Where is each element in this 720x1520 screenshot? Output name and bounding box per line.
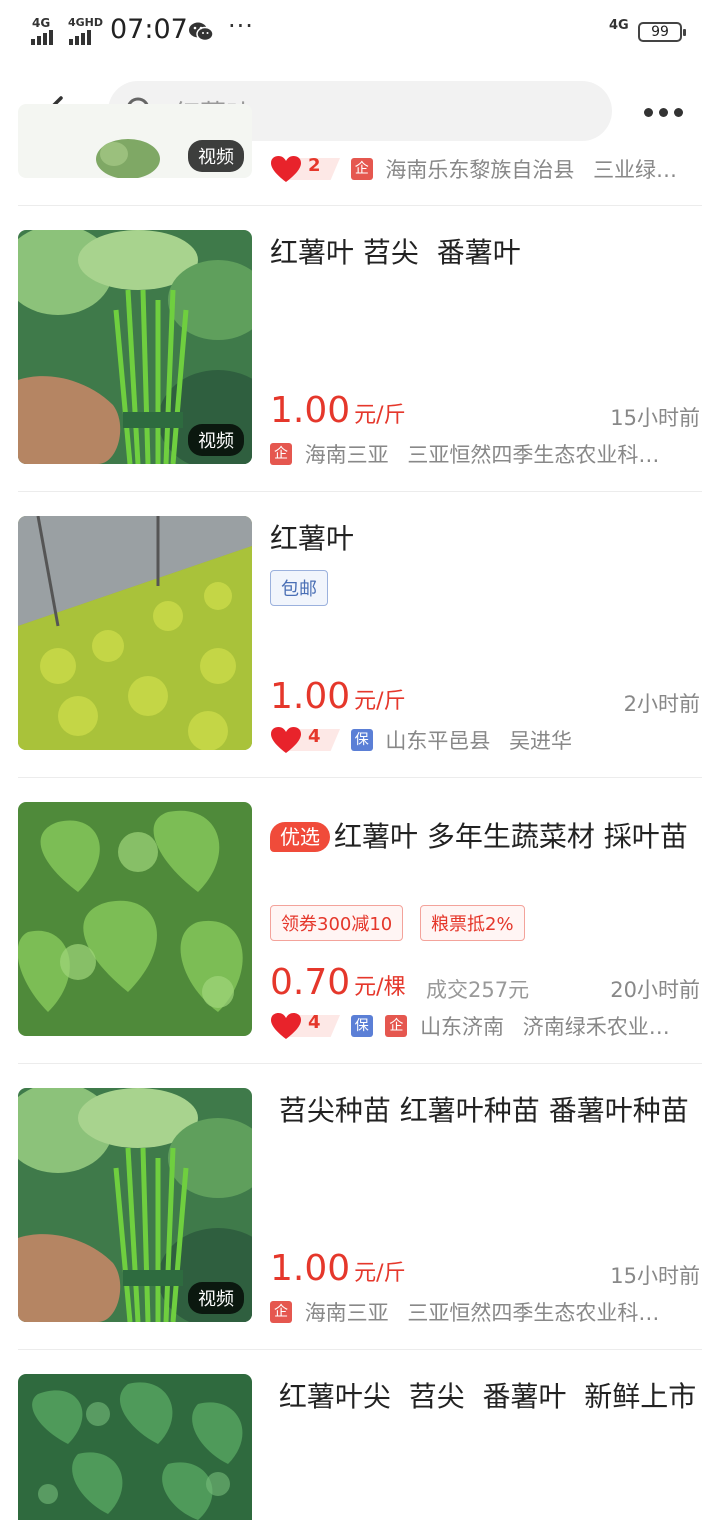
price: 1.00 元/斤 <box>270 390 406 431</box>
seller-meta: 企 海南三亚 三亚恒然四季生态农业科… <box>270 439 702 469</box>
product-title: 红薯叶 苕尖 番薯叶 <box>270 236 521 269</box>
post-time: 20小时前 <box>610 978 700 1002</box>
divider <box>18 777 702 778</box>
status-bar: 4G 4GHD 07:07 ··· 4G 99 <box>0 0 720 64</box>
product-image <box>18 802 252 1036</box>
heart-icon <box>271 156 301 182</box>
enterprise-icon: 企 <box>270 443 292 465</box>
video-badge: 视频 <box>188 424 244 456</box>
product-photo <box>18 802 252 1036</box>
heart-icon <box>271 1013 301 1039</box>
grain-ticket-tag[interactable]: 粮票抵2% <box>420 905 525 941</box>
price: 1.00 元/斤 <box>270 1248 406 1289</box>
product-title-text: 红薯叶 多年生蔬菜材 採叶苗 <box>334 820 688 853</box>
product-title: 红薯叶尖 苕尖 番薯叶 新鲜上市 <box>270 1380 697 1413</box>
enterprise-icon: 企 <box>385 1015 408 1037</box>
shop-name: 吴进华 <box>509 729 573 753</box>
heart-icon <box>271 727 301 753</box>
product-image <box>18 516 252 750</box>
product-image: 视频 <box>18 1088 252 1322</box>
video-badge: 视频 <box>188 140 244 172</box>
seller-meta: 4 保 山东平邑县 吴进华 <box>270 725 702 755</box>
price-value: 1.00 <box>270 676 351 717</box>
battery-icon: 99 <box>638 22 686 42</box>
enterprise-icon: 企 <box>350 158 373 180</box>
product-title: 苕尖种苗 红薯叶种苗 番薯叶种苗 <box>270 1094 689 1127</box>
seller-location: 山东济南 <box>420 1015 505 1039</box>
video-badge: 视频 <box>188 1282 244 1314</box>
seller-meta: 企 海南三亚 三亚恒然四季生态农业科… <box>270 1297 702 1327</box>
enterprise-icon: 企 <box>270 1301 292 1323</box>
post-time: 15小时前 <box>610 406 700 430</box>
divider <box>18 205 702 206</box>
seller-location: 山东平邑县 <box>385 729 491 753</box>
price-value: 1.00 <box>270 390 351 431</box>
divider <box>18 491 702 492</box>
guarantee-icon: 保 <box>350 1015 373 1037</box>
more-options-icon[interactable] <box>644 102 690 118</box>
product-image <box>18 1374 252 1520</box>
likes-badge: 4 <box>270 1012 340 1040</box>
signal-4ghd-label: 4GHD <box>68 16 104 29</box>
shop-name: 三业绿… <box>593 158 678 182</box>
product-photo <box>18 516 252 750</box>
coupon-tag[interactable]: 领券300减10 <box>270 905 404 941</box>
divider <box>18 1349 702 1350</box>
divider <box>18 1063 702 1064</box>
price: 1.00 元/斤 <box>270 676 406 717</box>
price-unit: 元/棵 <box>354 975 406 1000</box>
network-4g-icon: 4G <box>609 18 629 33</box>
price-value: 1.00 <box>270 1248 351 1289</box>
post-time: 2小时前 <box>623 692 700 716</box>
seller-meta: 2 企 海南乐东黎族自治县 三业绿… <box>270 154 702 184</box>
signal-4g-label: 4G <box>32 16 51 30</box>
shop-name: 济南绿禾农业… <box>522 1015 670 1039</box>
guarantee-icon: 保 <box>350 729 373 751</box>
likes-count: 4 <box>308 1012 321 1033</box>
price-unit: 元/斤 <box>354 1261 406 1286</box>
free-shipping-tag: 包邮 <box>270 570 328 606</box>
wechat-icon <box>189 22 214 42</box>
likes-badge: 2 <box>270 155 340 183</box>
likes-count: 4 <box>308 726 321 747</box>
seller-location: 海南三亚 <box>304 1301 389 1325</box>
price-unit: 元/斤 <box>354 689 406 714</box>
seller-location: 海南三亚 <box>304 443 389 467</box>
deal-amount: 成交257元 <box>426 978 530 1002</box>
shop-name: 三亚恒然四季生态农业科… <box>407 1301 660 1325</box>
product-image: 视频 <box>18 230 252 464</box>
price-value: 0.70 <box>270 962 351 1003</box>
likes-badge: 4 <box>270 726 340 754</box>
product-photo <box>18 1374 252 1520</box>
seller-meta: 4 保 企 山东济南 济南绿禾农业… <box>270 1011 702 1041</box>
product-title: 红薯叶 <box>270 522 355 555</box>
status-more-icon: ··· <box>228 12 254 40</box>
product-image: 视频 <box>18 104 252 178</box>
seller-location: 海南乐东黎族自治县 <box>385 158 575 182</box>
post-time: 15小时前 <box>610 1264 700 1288</box>
price: 0.70 元/棵 <box>270 962 406 1003</box>
featured-badge: 优选 <box>270 822 330 852</box>
product-title: 优选 红薯叶 多年生蔬菜材 採叶苗 <box>270 818 700 856</box>
price-unit: 元/斤 <box>354 403 406 428</box>
likes-count: 2 <box>308 155 321 176</box>
shop-name: 三亚恒然四季生态农业科… <box>407 443 660 467</box>
status-time: 07:07 <box>110 14 188 45</box>
